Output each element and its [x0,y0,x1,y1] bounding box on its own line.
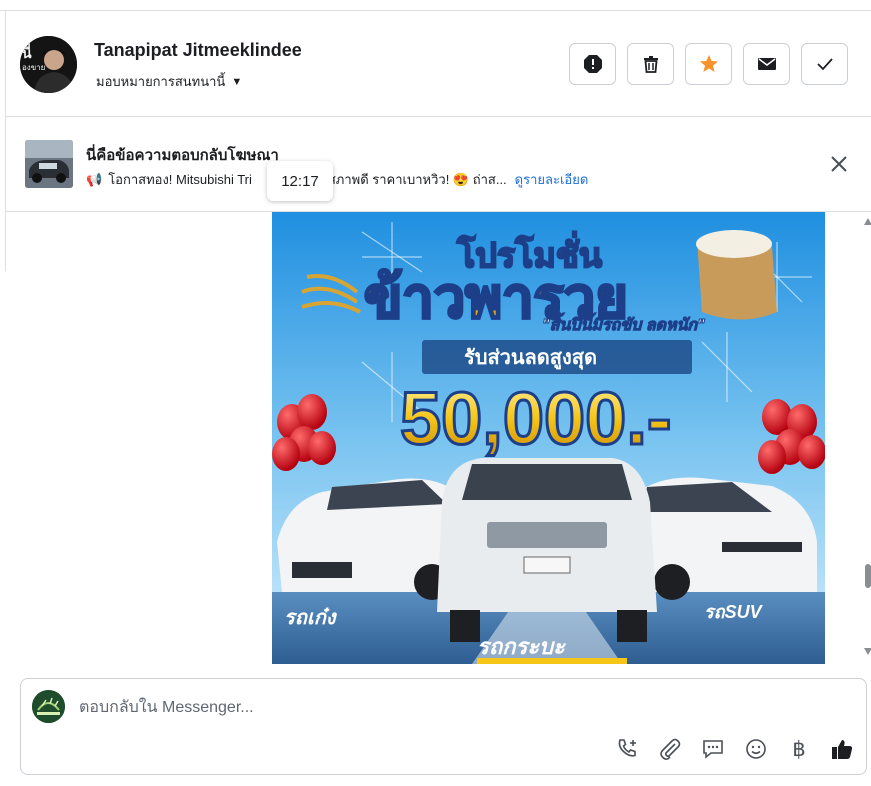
composer-actions: ฿ [613,735,856,763]
mark-done-button[interactable] [801,43,848,85]
conversation-toolbar [569,43,848,85]
suv-car [627,477,817,600]
mail-icon [757,58,776,70]
sedan-label: รถเก๋ง [284,607,338,629]
check-icon [816,58,833,71]
chevron-down-icon: ▼ [231,75,243,88]
ad-snippet: 📢 โอกาสทอง! Mitsubishi Tri ) สภาพดี ราคา… [86,169,588,190]
attach-file-button[interactable] [656,735,684,763]
reply-input[interactable] [79,695,779,721]
emoji-icon [746,739,766,759]
svg-text:องขาย: องขาย [22,63,45,72]
call-add-icon [618,739,636,757]
scrollbar-thumb[interactable] [865,564,871,588]
discount-label: รับส่วนลดสูงสุด [464,347,597,371]
payment-icon: ฿ [792,737,806,761]
conversation-header: นี่ องขาย Tanapipat Jitmeeklindee มอบหมา… [6,11,871,117]
like-icon [832,740,853,759]
call-add-button[interactable] [613,735,641,763]
trash-icon [643,56,658,73]
promo-image-message[interactable]: โปรโมชั่น ข้าวพารวย "สิ้นปีนี้มีรถขับ ลด… [272,212,825,664]
scrollbar[interactable] [863,212,871,662]
emoji-button[interactable] [742,735,770,763]
ad-snippet-text-2: ) สภาพดี ราคาเบาหวิว! 😍 ถ่าส... [319,172,507,187]
close-icon [831,156,847,172]
ad-reply-title: นี่คือข้อความตอบกลับโฆษณา [86,147,279,164]
saved-replies-button[interactable] [699,735,727,763]
assign-conversation-dropdown[interactable]: มอบหมายการสนทนานี้ ▼ [96,71,242,92]
attachment-icon [660,738,681,760]
star-icon [699,55,718,72]
timestamp-tooltip: 12:17 [267,161,333,201]
mark-spam-button[interactable] [569,43,616,85]
svg-text:นี่: นี่ [22,43,32,61]
like-button[interactable] [828,735,856,763]
assign-label: มอบหมายการสนทนานี้ [96,74,226,89]
mark-unread-button[interactable] [743,43,790,85]
close-banner-button[interactable] [826,151,852,177]
contact-avatar[interactable]: นี่ องขาย [20,36,77,93]
reply-composer: ฿ [20,678,867,775]
ad-snippet-text: โอกาสทอง! Mitsubishi Tri [108,172,252,187]
discount-value: 50,000.- [400,377,672,460]
scroll-down-arrow-icon[interactable] [864,648,871,655]
saved-reply-icon [703,740,723,759]
ad-thumbnail[interactable] [25,140,73,188]
suv-label: รถSUV [704,602,764,622]
page-avatar [32,690,65,723]
spam-icon [583,55,602,73]
inbox-conversation-view: นี่ องขาย Tanapipat Jitmeeklindee มอบหมา… [0,0,871,786]
pickup-label: รถกระบะ [477,634,566,659]
contact-name[interactable]: Tanapipat Jitmeeklindee [94,40,302,61]
megaphone-icon: 📢 [86,171,103,187]
star-button[interactable] [685,43,732,85]
ad-reply-banner: นี่คือข้อความตอบกลับโฆษณา 📢 โอกาสทอง! Mi… [6,118,871,212]
payment-button[interactable]: ฿ [785,735,813,763]
delete-button[interactable] [627,43,674,85]
view-details-link[interactable]: ดูรายละเอียด [515,169,589,190]
scroll-up-arrow-icon[interactable] [864,218,871,225]
